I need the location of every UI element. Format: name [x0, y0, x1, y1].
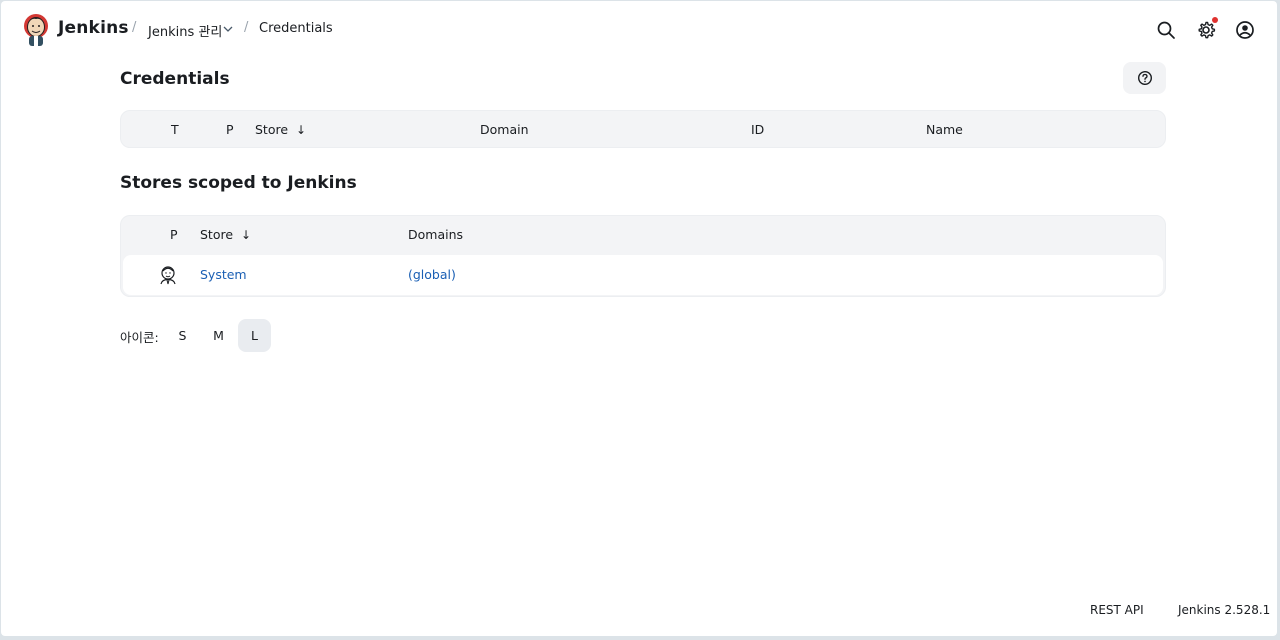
column-header-name[interactable]: Name [926, 122, 963, 137]
column-header-store-label: Store [200, 227, 234, 242]
rest-api-link[interactable]: REST API [1090, 603, 1144, 617]
column-header-store-label: Store [255, 122, 289, 137]
icon-size-large-button[interactable]: L [238, 319, 271, 352]
column-header-provider[interactable]: P [170, 227, 178, 242]
jenkins-logo-icon[interactable] [22, 13, 50, 47]
top-bar: Jenkins / Jenkins 관리 / Credentials [1, 1, 1277, 57]
column-header-store[interactable]: Store ↓ [200, 227, 251, 242]
column-header-domain[interactable]: Domain [480, 122, 529, 137]
breadcrumb-separator: / [244, 20, 249, 35]
help-button[interactable] [1123, 62, 1166, 94]
sort-down-icon: ↓ [241, 228, 252, 242]
icon-size-label: 아이콘: [120, 330, 159, 345]
breadcrumb-credentials[interactable]: Credentials [259, 21, 333, 36]
store-link-system[interactable]: System [200, 267, 247, 282]
notification-badge [1212, 17, 1218, 23]
domain-link-global[interactable]: (global) [408, 267, 456, 282]
column-header-store[interactable]: Store ↓ [255, 122, 306, 137]
brand-name[interactable]: Jenkins [58, 18, 129, 38]
search-icon[interactable] [1155, 19, 1177, 41]
column-header-domains[interactable]: Domains [408, 227, 463, 242]
sort-down-icon: ↓ [296, 123, 307, 137]
stores-table: P Store ↓ Domains System (global) [120, 215, 1166, 297]
column-header-provider[interactable]: P [226, 122, 234, 137]
chevron-down-icon[interactable] [222, 23, 234, 35]
account-icon[interactable] [1234, 19, 1256, 41]
breadcrumb-separator: / [132, 20, 137, 35]
credentials-table-header: T P Store ↓ Domain ID Name [120, 110, 1166, 148]
page: Jenkins / Jenkins 관리 / Credentials Crede… [1, 1, 1277, 636]
page-title: Credentials [120, 69, 230, 89]
icon-size-small-button[interactable]: S [166, 319, 199, 352]
icon-size-medium-button[interactable]: M [202, 319, 235, 352]
jenkins-butler-icon [160, 266, 176, 285]
table-row: System (global) [123, 255, 1163, 295]
section-title-stores: Stores scoped to Jenkins [120, 173, 357, 193]
help-circle-icon [1137, 70, 1152, 86]
column-header-type[interactable]: T [171, 122, 179, 137]
column-header-id[interactable]: ID [751, 122, 764, 137]
breadcrumb-manage-jenkins[interactable]: Jenkins 관리 [148, 21, 222, 40]
version-link[interactable]: Jenkins 2.528.1 [1178, 603, 1270, 617]
